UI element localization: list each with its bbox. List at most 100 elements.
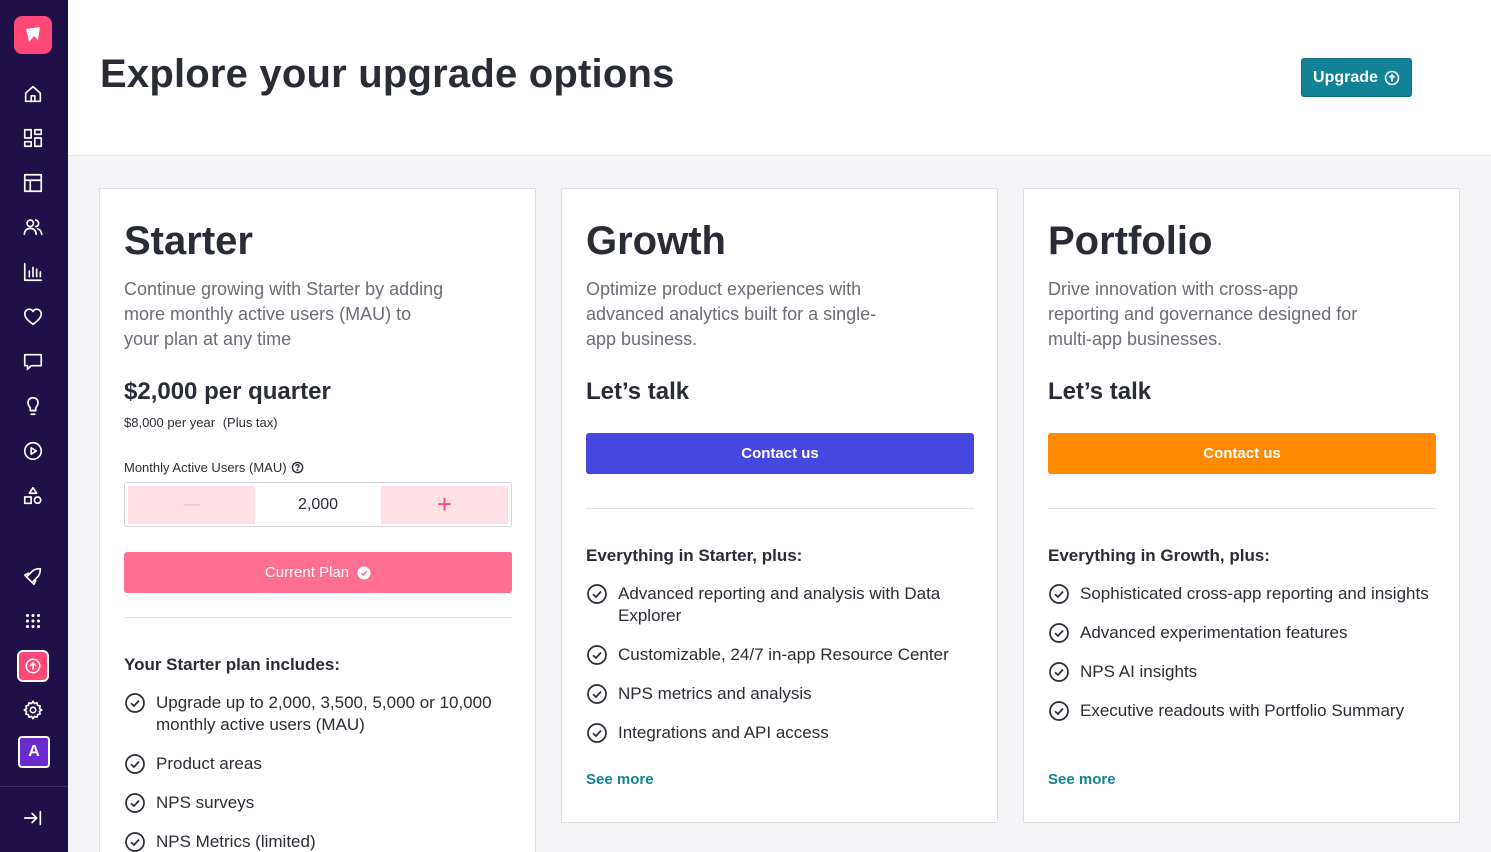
check-icon [586, 644, 608, 666]
feature-text: NPS Metrics (limited) [156, 832, 316, 851]
rocket-icon[interactable] [20, 563, 46, 589]
feature-text: NPS AI insights [1080, 662, 1198, 681]
feature-text: Upgrade up to 2,000, 3,500, 5,000 or 10,… [156, 693, 492, 734]
plan-name: Starter [124, 219, 253, 263]
feature-text: Customizable, 24/7 in-app Resource Cente… [618, 645, 949, 664]
home-icon[interactable] [20, 81, 46, 107]
contact-us-button[interactable]: Contact us [586, 433, 974, 474]
plan-description: Continue growing with Starter by adding … [124, 279, 444, 349]
people-icon[interactable] [20, 214, 46, 240]
feature-text: Integrations and API access [618, 723, 829, 742]
feature-item: NPS Metrics (limited) [124, 831, 514, 852]
decrement-button[interactable]: — [128, 485, 255, 524]
feature-text: Sophisticated cross-app reporting and in… [1080, 584, 1429, 603]
feature-text: Advanced experimentation features [1080, 623, 1348, 642]
feature-item: Integrations and API access [586, 722, 976, 744]
page-header: Explore your upgrade options Upgrade [68, 0, 1491, 156]
divider [124, 617, 512, 618]
check-icon [586, 583, 608, 605]
check-icon [586, 722, 608, 744]
plan-card-growth: Growth Optimize product experiences with… [561, 188, 998, 823]
check-circle-icon [357, 566, 371, 579]
feature-item: NPS metrics and analysis [586, 683, 976, 705]
feature-text: NPS metrics and analysis [618, 684, 812, 703]
logo-icon [26, 27, 40, 42]
upgrade-nav-item[interactable] [17, 650, 49, 682]
upgrade-icon [25, 658, 41, 674]
feature-item: NPS AI insights [1048, 661, 1438, 683]
replay-icon[interactable] [20, 438, 46, 464]
see-more-link[interactable]: See more [586, 771, 654, 788]
avatar[interactable]: A [18, 736, 50, 768]
page-title: Explore your upgrade options [100, 52, 675, 96]
bar-chart-icon[interactable] [20, 259, 46, 285]
feature-item: Executive readouts with Portfolio Summar… [1048, 700, 1438, 722]
upgrade-arrow-icon [1384, 70, 1400, 85]
check-icon [586, 683, 608, 705]
apps-grid-icon[interactable] [20, 608, 46, 634]
expand-sidebar-icon[interactable] [20, 805, 46, 831]
upgrade-button[interactable]: Upgrade [1301, 58, 1412, 97]
check-icon [1048, 661, 1070, 683]
mau-label-text: Monthly Active Users (MAU) [124, 460, 287, 475]
feature-text: Executive readouts with Portfolio Summar… [1080, 701, 1405, 720]
check-icon [124, 792, 146, 814]
check-icon [124, 692, 146, 714]
feature-list: Upgrade up to 2,000, 3,500, 5,000 or 10,… [124, 692, 514, 852]
check-icon [1048, 700, 1070, 722]
plan-price: $2,000 per quarter [124, 378, 331, 405]
features-title: Your Starter plan includes: [124, 655, 341, 674]
tax-note: (Plus tax) [222, 415, 278, 430]
feature-text: NPS surveys [156, 793, 255, 812]
plan-price-sub: $8,000 per year (Plus tax) [124, 415, 278, 430]
plan-description: Optimize product experiences with advanc… [586, 279, 877, 349]
upgrade-button-label: Upgrade [1313, 68, 1378, 86]
plan-price: Let’s talk [586, 378, 690, 405]
yearly-price: $8,000 per year [124, 415, 216, 430]
feature-item: Advanced reporting and analysis with Dat… [586, 583, 976, 627]
minus-icon: — [183, 495, 200, 513]
divider [586, 508, 974, 509]
dashboard-icon[interactable] [20, 125, 46, 151]
gear-icon[interactable] [20, 697, 46, 723]
feature-item: Customizable, 24/7 in-app Resource Cente… [586, 644, 976, 666]
check-icon [1048, 583, 1070, 605]
feature-item: Product areas [124, 753, 514, 775]
sidebar: A [0, 0, 68, 852]
features-title: Everything in Starter, plus: [586, 546, 803, 565]
heart-icon[interactable] [20, 304, 46, 330]
mau-value[interactable]: 2,000 [255, 496, 381, 514]
plus-icon: + [436, 489, 453, 519]
shapes-icon[interactable] [20, 483, 46, 509]
feature-list: Advanced reporting and analysis with Dat… [586, 583, 976, 761]
feature-item: Upgrade up to 2,000, 3,500, 5,000 or 10,… [124, 692, 514, 736]
see-more-link[interactable]: See more [1048, 771, 1116, 788]
features-title: Everything in Growth, plus: [1048, 546, 1270, 565]
app-logo[interactable] [14, 16, 52, 54]
layout-icon[interactable] [20, 170, 46, 196]
check-icon [124, 753, 146, 775]
help-icon[interactable] [291, 461, 304, 474]
mau-stepper: — 2,000 + [124, 482, 512, 527]
contact-us-button[interactable]: Contact us [1048, 433, 1436, 474]
current-plan-button[interactable]: Current Plan [124, 552, 512, 593]
feature-item: Advanced experimentation features [1048, 622, 1438, 644]
current-plan-label: Current Plan [264, 564, 350, 581]
divider [1048, 508, 1436, 509]
mau-label: Monthly Active Users (MAU) [124, 460, 304, 475]
lightbulb-icon[interactable] [20, 393, 46, 419]
plan-card-portfolio: Portfolio Drive innovation with cross-ap… [1023, 188, 1460, 823]
plan-price: Let’s talk [1048, 378, 1152, 405]
feature-item: Sophisticated cross-app reporting and in… [1048, 583, 1438, 605]
chat-icon[interactable] [20, 349, 46, 375]
feature-text: Product areas [156, 754, 262, 773]
feature-text: Advanced reporting and analysis with Dat… [618, 584, 941, 625]
increment-button[interactable]: + [381, 485, 508, 524]
plan-description: Drive innovation with cross-app reportin… [1048, 279, 1358, 349]
check-icon [1048, 622, 1070, 644]
sidebar-divider [0, 786, 68, 787]
plan-name: Growth [586, 219, 726, 263]
feature-item: NPS surveys [124, 792, 514, 814]
feature-list: Sophisticated cross-app reporting and in… [1048, 583, 1438, 739]
check-icon [124, 831, 146, 852]
